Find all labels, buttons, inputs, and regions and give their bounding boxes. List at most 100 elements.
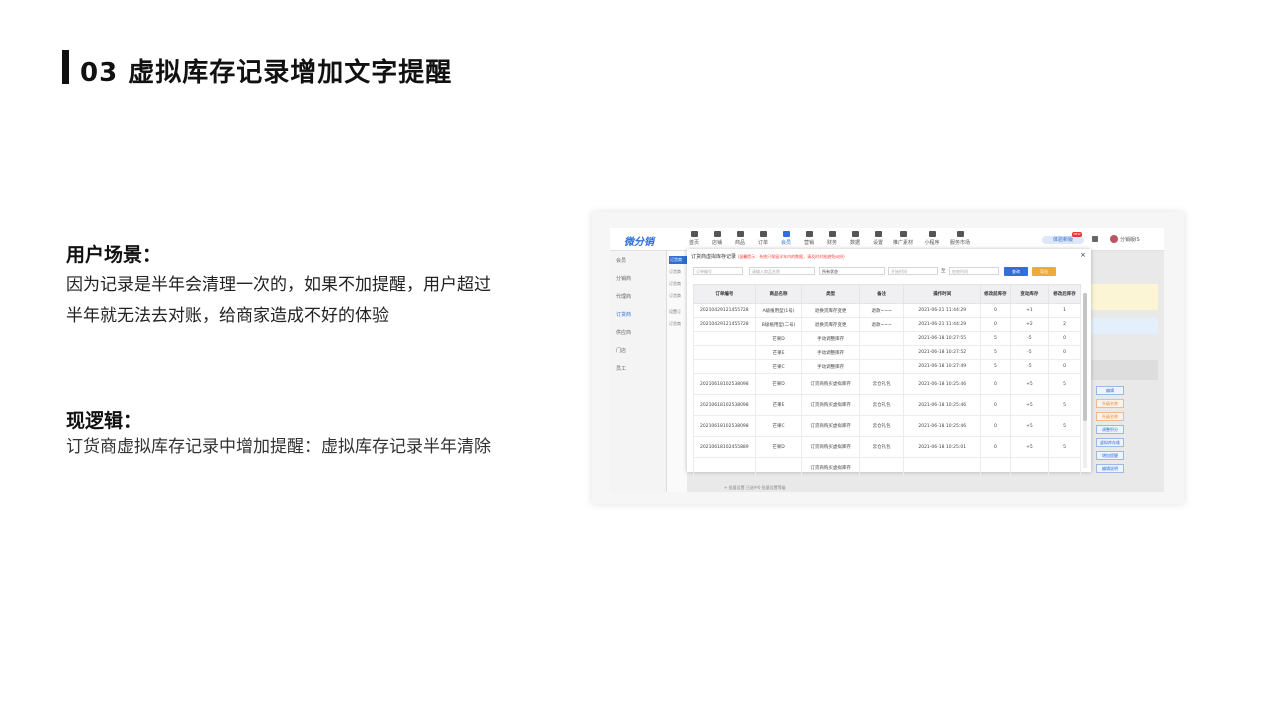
table-cell: 2021-06-18 10:25:01 bbox=[903, 436, 982, 458]
nav-item-11[interactable]: 服务市场 bbox=[950, 231, 970, 246]
table-cell: 0 bbox=[1048, 331, 1081, 346]
table-cell: 芒果C bbox=[754, 415, 803, 437]
nav-label: 设置 bbox=[872, 240, 883, 246]
share-icon bbox=[899, 231, 907, 237]
subnav-item[interactable]: 订货商 bbox=[669, 281, 681, 287]
upgrade-button[interactable]: 升级名称 bbox=[1096, 412, 1124, 421]
column-header: 变动库存 bbox=[1009, 284, 1050, 304]
table-cell: 5 bbox=[1048, 394, 1081, 416]
sidebar-item-member[interactable]: 会员 bbox=[616, 257, 626, 264]
nav-label: 推广素材 bbox=[893, 240, 914, 246]
subnav-item[interactable]: 订货商 bbox=[669, 256, 687, 264]
table-cell: 20210618102455889 bbox=[693, 436, 756, 458]
modal-title-row: 订货商虚拟库存记录 (温馨提示：系统只保留半年内的数据，请及时对账避免纠纷) bbox=[691, 253, 845, 260]
nav-item-7[interactable]: 数据 bbox=[845, 231, 865, 246]
table-cell: 20210429121455728 bbox=[693, 303, 756, 318]
table-cell: 0 bbox=[980, 394, 1011, 416]
table-cell bbox=[858, 457, 905, 479]
subnav-item[interactable]: 设置订 bbox=[669, 309, 681, 315]
nav-item-5[interactable]: 营销 bbox=[799, 231, 819, 246]
adjust-points-button[interactable]: 调整积分 bbox=[1096, 425, 1124, 434]
nav-item-3[interactable]: 订单 bbox=[753, 231, 773, 246]
sidebar-item-supplier[interactable]: 供应商 bbox=[616, 329, 631, 336]
nav-item-10[interactable]: 小程序 bbox=[922, 231, 942, 246]
upgrade-button[interactable]: 升级名称 bbox=[1096, 399, 1124, 408]
table-cell: 1 bbox=[1048, 303, 1081, 318]
batch-actions[interactable]: + 批量设置 已选中0 批量设置等级 bbox=[724, 485, 786, 491]
table-cell: 0 bbox=[980, 436, 1011, 458]
modal-warning: (温馨提示：系统只保留半年内的数据，请及时对账避免纠纷) bbox=[737, 254, 845, 259]
table-cell: 2021-06-18 10:25:46 bbox=[903, 373, 982, 395]
table-cell: 2021-06-18 10:27:55 bbox=[903, 331, 982, 346]
edit-button[interactable]: 编辑 bbox=[1096, 386, 1124, 395]
speaker-icon[interactable] bbox=[1092, 236, 1098, 242]
nav-item-0[interactable]: 首页 bbox=[684, 231, 704, 246]
avatar[interactable] bbox=[1110, 235, 1118, 243]
logic-heading: 现逻辑： bbox=[66, 410, 143, 432]
table-cell bbox=[1048, 457, 1081, 479]
order-no-input[interactable]: 订单编号 bbox=[693, 267, 743, 275]
column-header: 商品名称 bbox=[754, 284, 803, 304]
table-cell bbox=[754, 457, 803, 479]
nav-item-4[interactable]: 会员 bbox=[776, 231, 796, 246]
table-cell: 芒果E bbox=[754, 394, 803, 416]
table-cell: 20210618102538098 bbox=[693, 415, 756, 437]
table-cell: 2021-06-18 10:25:46 bbox=[903, 394, 982, 416]
range-separator: 至 bbox=[941, 269, 946, 274]
subnav-item[interactable]: 订货商 bbox=[669, 293, 681, 299]
market-icon bbox=[956, 231, 964, 237]
goods-name-input[interactable]: 请输入商品名称 bbox=[749, 267, 815, 275]
nav-item-2[interactable]: 商品 bbox=[730, 231, 750, 246]
nav-item-1[interactable]: 店铺 bbox=[707, 231, 727, 246]
sidebar-item-agent[interactable]: 代理商 bbox=[616, 293, 631, 300]
nav-item-8[interactable]: 设置 bbox=[868, 231, 888, 246]
nav-item-6[interactable]: 财务 bbox=[822, 231, 842, 246]
subnav-item[interactable]: 订货商 bbox=[669, 321, 681, 327]
table-row: 芒果C 手动调整库存 2021-06-18 10:27:49 5 -5 0 bbox=[693, 359, 1081, 374]
table-cell: 云仓礼包 bbox=[858, 373, 905, 395]
table-cell bbox=[693, 345, 756, 360]
notice-panel bbox=[1088, 284, 1158, 310]
table-cell: 退换货库存变更 bbox=[801, 303, 860, 318]
table-cell bbox=[693, 331, 756, 346]
table-cell bbox=[903, 457, 982, 479]
table-cell: 5 bbox=[980, 345, 1011, 360]
sidebar-item-store[interactable]: 门店 bbox=[616, 347, 626, 354]
modal-scrollbar[interactable] bbox=[1083, 293, 1087, 468]
home-icon bbox=[690, 231, 698, 237]
end-time-input[interactable]: 结束时间 bbox=[949, 267, 999, 275]
member-icon bbox=[782, 231, 790, 237]
table-cell: 2 bbox=[1048, 317, 1081, 332]
table-cell: +2 bbox=[1009, 317, 1050, 332]
new-version-pill[interactable]: 体验新版 bbox=[1042, 236, 1084, 244]
table-cell: -5 bbox=[1009, 345, 1050, 360]
table-cell: 退款~~~ bbox=[858, 303, 905, 318]
nav-label: 服务市场 bbox=[950, 240, 971, 246]
table-cell: 手动调整库存 bbox=[801, 331, 860, 346]
username[interactable]: 分销版IS bbox=[1120, 236, 1140, 243]
virtual-stock-button[interactable]: 虚拟库存维 bbox=[1096, 438, 1124, 447]
status-select[interactable]: 所有状态 bbox=[819, 267, 885, 275]
sidebar-item-staff[interactable]: 员工 bbox=[616, 365, 626, 372]
scroll-thumb[interactable] bbox=[1083, 293, 1087, 421]
table-cell: 0 bbox=[980, 415, 1011, 437]
subnav-item[interactable]: 订货商 bbox=[669, 269, 681, 275]
sidebar-item-reseller[interactable]: 订货商 bbox=[616, 311, 631, 318]
edit-note-button[interactable]: 编辑说明 bbox=[1096, 464, 1124, 473]
nav-item-9[interactable]: 推广素材 bbox=[893, 231, 913, 246]
export-button[interactable]: 导出 bbox=[1032, 267, 1056, 276]
search-button[interactable]: 查询 bbox=[1004, 267, 1028, 276]
table-cell: 芒果D bbox=[754, 373, 803, 395]
table-row: 20210429121455728 A级植用型(1号) 退换货库存变更 退款~~~ 20… bbox=[693, 303, 1081, 318]
table-cell: 0 bbox=[980, 303, 1011, 318]
new-badge: NEW bbox=[1072, 232, 1082, 237]
close-icon[interactable]: × bbox=[1080, 251, 1086, 259]
table-row: 20210618102455889 芒果D 订货商购买虚拟库存 云仓礼包 2021-06… bbox=[693, 436, 1081, 458]
sidebar-item-distributor[interactable]: 分销商 bbox=[616, 275, 631, 282]
app-screenshot: 微分销 首页 店铺 商品 订单 会员 营销 财务 数据 设置 推广素材 小程序 服务市场 体验新版 N… bbox=[610, 228, 1164, 492]
add-reminder-button[interactable]: 增加提醒 bbox=[1096, 451, 1124, 460]
start-time-input[interactable]: 开始时间 bbox=[888, 267, 938, 275]
table-cell: 5 bbox=[1048, 373, 1081, 395]
table-cell: 0 bbox=[1048, 359, 1081, 374]
nav-label: 订单 bbox=[757, 240, 768, 246]
